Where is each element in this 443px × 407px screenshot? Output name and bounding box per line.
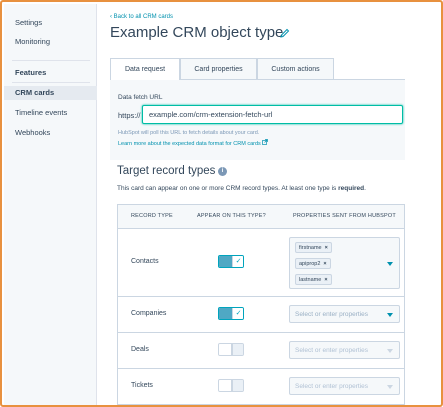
data-fetch-panel: Data fetch URL https:// HubSpot will pol… xyxy=(110,80,405,160)
sidebar-divider xyxy=(12,82,90,83)
external-link-icon xyxy=(262,139,269,147)
app-frame: Settings Monitoring Features CRM cards T… xyxy=(0,0,443,407)
sidebar-item-label: CRM cards xyxy=(15,88,55,97)
caret-down-icon[interactable] xyxy=(387,313,393,317)
tab-card-properties[interactable]: Card properties xyxy=(180,58,257,80)
help-link[interactable]: Learn more about the expected data forma… xyxy=(118,139,269,147)
sidebar-item-label: Webhooks xyxy=(15,128,51,137)
close-icon[interactable]: × xyxy=(323,261,326,267)
tab-label: Card properties xyxy=(194,66,243,73)
checkmark-icon: ✓ xyxy=(232,308,243,319)
help-text: HubSpot will poll this URL to fetch deta… xyxy=(118,130,260,136)
checkmark-icon: ✓ xyxy=(232,256,243,267)
table-row-deals: Deals Select or enter properties xyxy=(118,333,404,369)
help-link-label: Learn more about the expected data forma… xyxy=(118,141,261,147)
appear-toggle-contacts[interactable]: ✓ xyxy=(218,255,244,268)
info-icon[interactable]: i xyxy=(218,167,227,176)
sidebar-divider xyxy=(12,60,90,61)
sidebar-item-timeline-events[interactable]: Timeline events xyxy=(4,106,97,120)
url-prefix: https:// xyxy=(118,111,141,120)
sidebar-item-settings[interactable]: Settings xyxy=(4,16,97,30)
close-icon[interactable]: × xyxy=(324,277,327,283)
caret-down-icon xyxy=(387,349,393,353)
tab-data-request[interactable]: Data request xyxy=(110,58,180,81)
tab-label: Data request xyxy=(124,66,166,73)
sidebar: Settings Monitoring Features CRM cards T… xyxy=(4,4,97,405)
back-link[interactable]: ‹ Back to all CRM cards xyxy=(110,14,173,20)
property-chip: apiprop2 × xyxy=(295,258,331,269)
column-header: RECORD TYPE xyxy=(131,213,173,219)
properties-select-tickets: Select or enter properties xyxy=(289,377,400,395)
sidebar-item-label: Settings xyxy=(15,18,43,27)
appear-toggle-companies[interactable]: ✓ xyxy=(218,307,244,320)
sidebar-section-features: Features xyxy=(15,68,47,77)
record-types-table: RECORD TYPE APPEAR ON THIS TYPE? PROPERT… xyxy=(117,204,405,405)
record-type-label: Deals xyxy=(131,346,149,353)
column-header: PROPERTIES SENT FROM HUBSPOT xyxy=(293,213,396,219)
sidebar-item-crm-cards[interactable]: CRM cards xyxy=(4,86,97,100)
table-row-contacts: Contacts ✓ firstname × apiprop2 × lastname… xyxy=(118,229,404,297)
sidebar-item-label: Timeline events xyxy=(15,108,68,117)
main-content: ‹ Back to all CRM cards Example CRM obje… xyxy=(110,4,440,405)
select-placeholder: Select or enter properties xyxy=(295,311,368,318)
data-fetch-url-input[interactable] xyxy=(142,105,403,124)
property-chip: lastname × xyxy=(295,274,332,285)
record-type-label: Companies xyxy=(131,310,167,317)
tab-bar: Data request Card properties Custom acti… xyxy=(110,58,405,81)
caret-down-icon[interactable] xyxy=(387,262,393,266)
tab-label: Custom actions xyxy=(271,66,320,73)
table-row-companies: Companies ✓ Select or enter properties xyxy=(118,297,404,333)
select-placeholder: Select or enter properties xyxy=(295,383,368,390)
select-placeholder: Select or enter properties xyxy=(295,347,368,354)
sidebar-item-label: Monitoring xyxy=(15,37,51,46)
appear-toggle-tickets[interactable] xyxy=(218,379,244,392)
data-fetch-label: Data fetch URL xyxy=(118,94,163,101)
sidebar-item-webhooks[interactable]: Webhooks xyxy=(4,126,97,140)
column-header: APPEAR ON THIS TYPE? xyxy=(197,213,266,219)
close-icon[interactable]: × xyxy=(325,245,328,251)
caret-down-icon xyxy=(387,385,393,389)
property-chip: firstname × xyxy=(295,242,332,253)
page-title: Example CRM object type xyxy=(110,24,284,41)
target-description: This card can appear on one or more CRM … xyxy=(117,185,366,192)
appear-toggle-deals[interactable] xyxy=(218,343,244,356)
record-type-label: Contacts xyxy=(131,258,159,265)
properties-select-companies[interactable]: Select or enter properties xyxy=(289,305,400,323)
sidebar-item-monitoring[interactable]: Monitoring xyxy=(4,35,97,49)
tab-custom-actions[interactable]: Custom actions xyxy=(257,58,334,80)
properties-select-contacts[interactable]: firstname × apiprop2 × lastname × xyxy=(289,237,400,289)
table-header: RECORD TYPE APPEAR ON THIS TYPE? PROPERT… xyxy=(118,205,404,229)
properties-select-deals: Select or enter properties xyxy=(289,341,400,359)
table-row-tickets: Tickets Select or enter properties xyxy=(118,369,404,405)
target-record-types-title: Target record types xyxy=(117,165,216,177)
pencil-icon[interactable] xyxy=(280,28,290,38)
record-type-label: Tickets xyxy=(131,382,153,389)
